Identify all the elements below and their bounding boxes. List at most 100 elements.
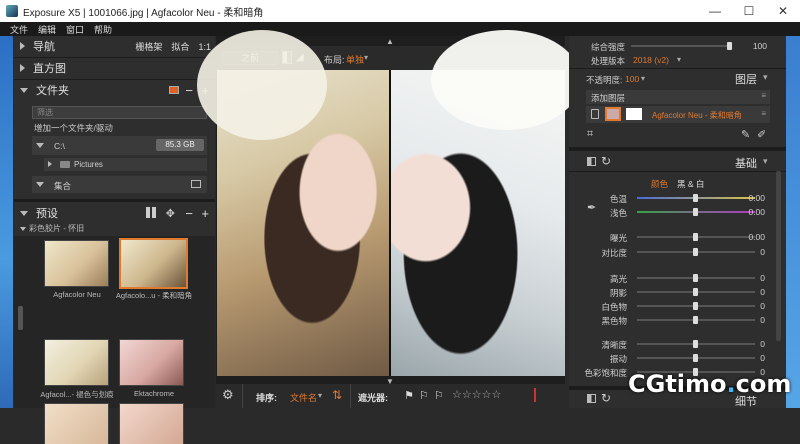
slider-knob[interactable]: [693, 248, 698, 256]
slider-knob[interactable]: [727, 42, 732, 50]
add-layer-row[interactable]: 添加图层 ≡: [586, 90, 770, 104]
drag-handle-icon[interactable]: ≡: [761, 91, 766, 100]
photo-after[interactable]: [391, 30, 581, 376]
layout-dropdown[interactable]: 单独: [346, 53, 364, 66]
adjust-slider[interactable]: [637, 340, 755, 348]
close-button[interactable]: ✕: [766, 0, 800, 22]
folder-color-icon[interactable]: [169, 86, 179, 94]
version-dropdown[interactable]: 2018 (v2): [633, 55, 669, 65]
adjust-slider[interactable]: [637, 208, 755, 216]
color-label-marker[interactable]: [534, 388, 536, 402]
crop-icon[interactable]: ⌗: [587, 128, 593, 141]
plus-icon[interactable]: +: [201, 206, 209, 221]
drive-row[interactable]: C:\ 85.3 GB: [32, 136, 207, 155]
layers-header[interactable]: 图层: [735, 71, 757, 87]
slider-knob[interactable]: [693, 208, 698, 216]
menu-help[interactable]: 帮助: [94, 23, 112, 36]
adjust-value[interactable]: 0: [741, 247, 765, 257]
adjust-slider[interactable]: [637, 274, 755, 282]
folder-filter-input[interactable]: 筛选: [32, 106, 207, 119]
preset-group-label[interactable]: 彩色胶片 - 怀旧: [20, 223, 84, 234]
grid-button[interactable]: 栅格架: [135, 42, 162, 52]
rating-stars[interactable]: ☆☆☆☆☆: [452, 388, 501, 401]
layer-visibility-icon[interactable]: [591, 109, 599, 119]
adjust-slider[interactable]: [637, 354, 755, 362]
collections-row[interactable]: 集合: [32, 176, 207, 193]
brush-icon[interactable]: ✎: [741, 128, 750, 141]
adjust-value[interactable]: 0: [741, 287, 765, 297]
chevron-down-icon[interactable]: ▾: [641, 74, 645, 83]
layer-mask-thumbnail[interactable]: [626, 108, 642, 120]
slider-knob[interactable]: [693, 194, 698, 202]
histogram-header[interactable]: 直方图: [14, 58, 215, 78]
reset-icon[interactable]: ↻: [601, 391, 611, 405]
nav-header[interactable]: 导航 栅格架 拟合 1:1: [14, 36, 215, 56]
star-icon[interactable]: ☆: [452, 389, 462, 401]
adjust-slider[interactable]: [637, 233, 755, 241]
slider-knob[interactable]: [693, 354, 698, 362]
basic-header[interactable]: 基础: [735, 155, 757, 171]
star-icon[interactable]: ☆: [472, 389, 482, 401]
basic-scrollbar[interactable]: [776, 171, 781, 341]
slider-knob[interactable]: [693, 233, 698, 241]
grid-view-icon[interactable]: [146, 207, 157, 218]
unflag-icon[interactable]: ⚐: [434, 389, 444, 402]
adjust-slider[interactable]: [637, 248, 755, 256]
chevron-down-icon[interactable]: ▾: [364, 53, 368, 62]
collapse-top-icon[interactable]: ▲: [386, 37, 394, 46]
tab-bw[interactable]: 黑 & 白: [677, 178, 704, 190]
chevron-down-icon[interactable]: ▾: [763, 156, 768, 167]
preset-thumbnail[interactable]: [44, 403, 109, 444]
adjust-slider[interactable]: [637, 194, 755, 202]
folders-header[interactable]: 文件夹 − +: [14, 80, 215, 100]
adjust-value[interactable]: 0.00: [741, 232, 765, 242]
sort-direction-icon[interactable]: ⇅: [332, 388, 342, 402]
star-icon[interactable]: ☆: [462, 389, 472, 401]
preset-thumbnail[interactable]: [44, 339, 109, 386]
collections-icon[interactable]: [191, 180, 201, 188]
photo-before[interactable]: [197, 30, 390, 376]
layer-row[interactable]: Agfacolor Neu - 柔和暗角 ≡: [586, 106, 770, 123]
menu-window[interactable]: 窗口: [66, 23, 84, 36]
slider-knob[interactable]: [693, 340, 698, 348]
reset-icon[interactable]: ↻: [601, 154, 611, 168]
star-icon[interactable]: ☆: [482, 389, 492, 401]
maximize-button[interactable]: ☐: [732, 0, 766, 22]
adjust-slider[interactable]: [637, 302, 755, 310]
preset-thumbnail[interactable]: [119, 339, 184, 386]
sort-dropdown[interactable]: 文件名: [290, 391, 317, 404]
adjust-value[interactable]: 0.00: [741, 207, 765, 217]
flag-icon[interactable]: ⚑: [404, 389, 414, 402]
presets-scrollbar[interactable]: [18, 306, 23, 330]
adjust-value[interactable]: 0.00: [741, 193, 765, 203]
add-folder-link[interactable]: 增加一个文件夹/驱动: [34, 122, 113, 134]
slider-knob[interactable]: [693, 302, 698, 310]
panel-toggle-icon[interactable]: [587, 157, 596, 166]
drag-handle-icon[interactable]: ≡: [761, 109, 766, 118]
minimize-button[interactable]: —: [698, 0, 732, 22]
preset-thumbnail[interactable]: [44, 240, 109, 287]
adjust-value[interactable]: 0: [741, 353, 765, 363]
panel-toggle-icon[interactable]: [587, 394, 596, 403]
folder-item-pictures[interactable]: Pictures: [44, 158, 207, 171]
reject-flag-icon[interactable]: ⚐: [419, 389, 429, 402]
minus-icon[interactable]: −: [185, 206, 193, 221]
star-icon[interactable]: ☆: [492, 389, 502, 401]
adjust-value[interactable]: 0: [741, 273, 765, 283]
opacity-dropdown[interactable]: 100: [625, 74, 639, 84]
adjust-slider[interactable]: [637, 316, 755, 324]
adjust-value[interactable]: 0: [741, 339, 765, 349]
adjust-value[interactable]: 0: [741, 315, 765, 325]
menu-file[interactable]: 文件: [10, 23, 28, 36]
slider-knob[interactable]: [693, 288, 698, 296]
preset-thumbnail-selected[interactable]: [119, 238, 188, 289]
slider-knob[interactable]: [693, 274, 698, 282]
chevron-down-icon[interactable]: ▾: [763, 72, 768, 83]
fit-button[interactable]: 拟合: [171, 42, 189, 52]
gear-icon[interactable]: ⚙: [222, 387, 234, 403]
mix-slider[interactable]: [631, 42, 732, 50]
adjust-value[interactable]: 0: [741, 301, 765, 311]
preset-thumbnail[interactable]: [119, 403, 184, 444]
zoom-1to1-button[interactable]: 1:1: [198, 42, 211, 52]
menu-edit[interactable]: 编辑: [38, 23, 56, 36]
